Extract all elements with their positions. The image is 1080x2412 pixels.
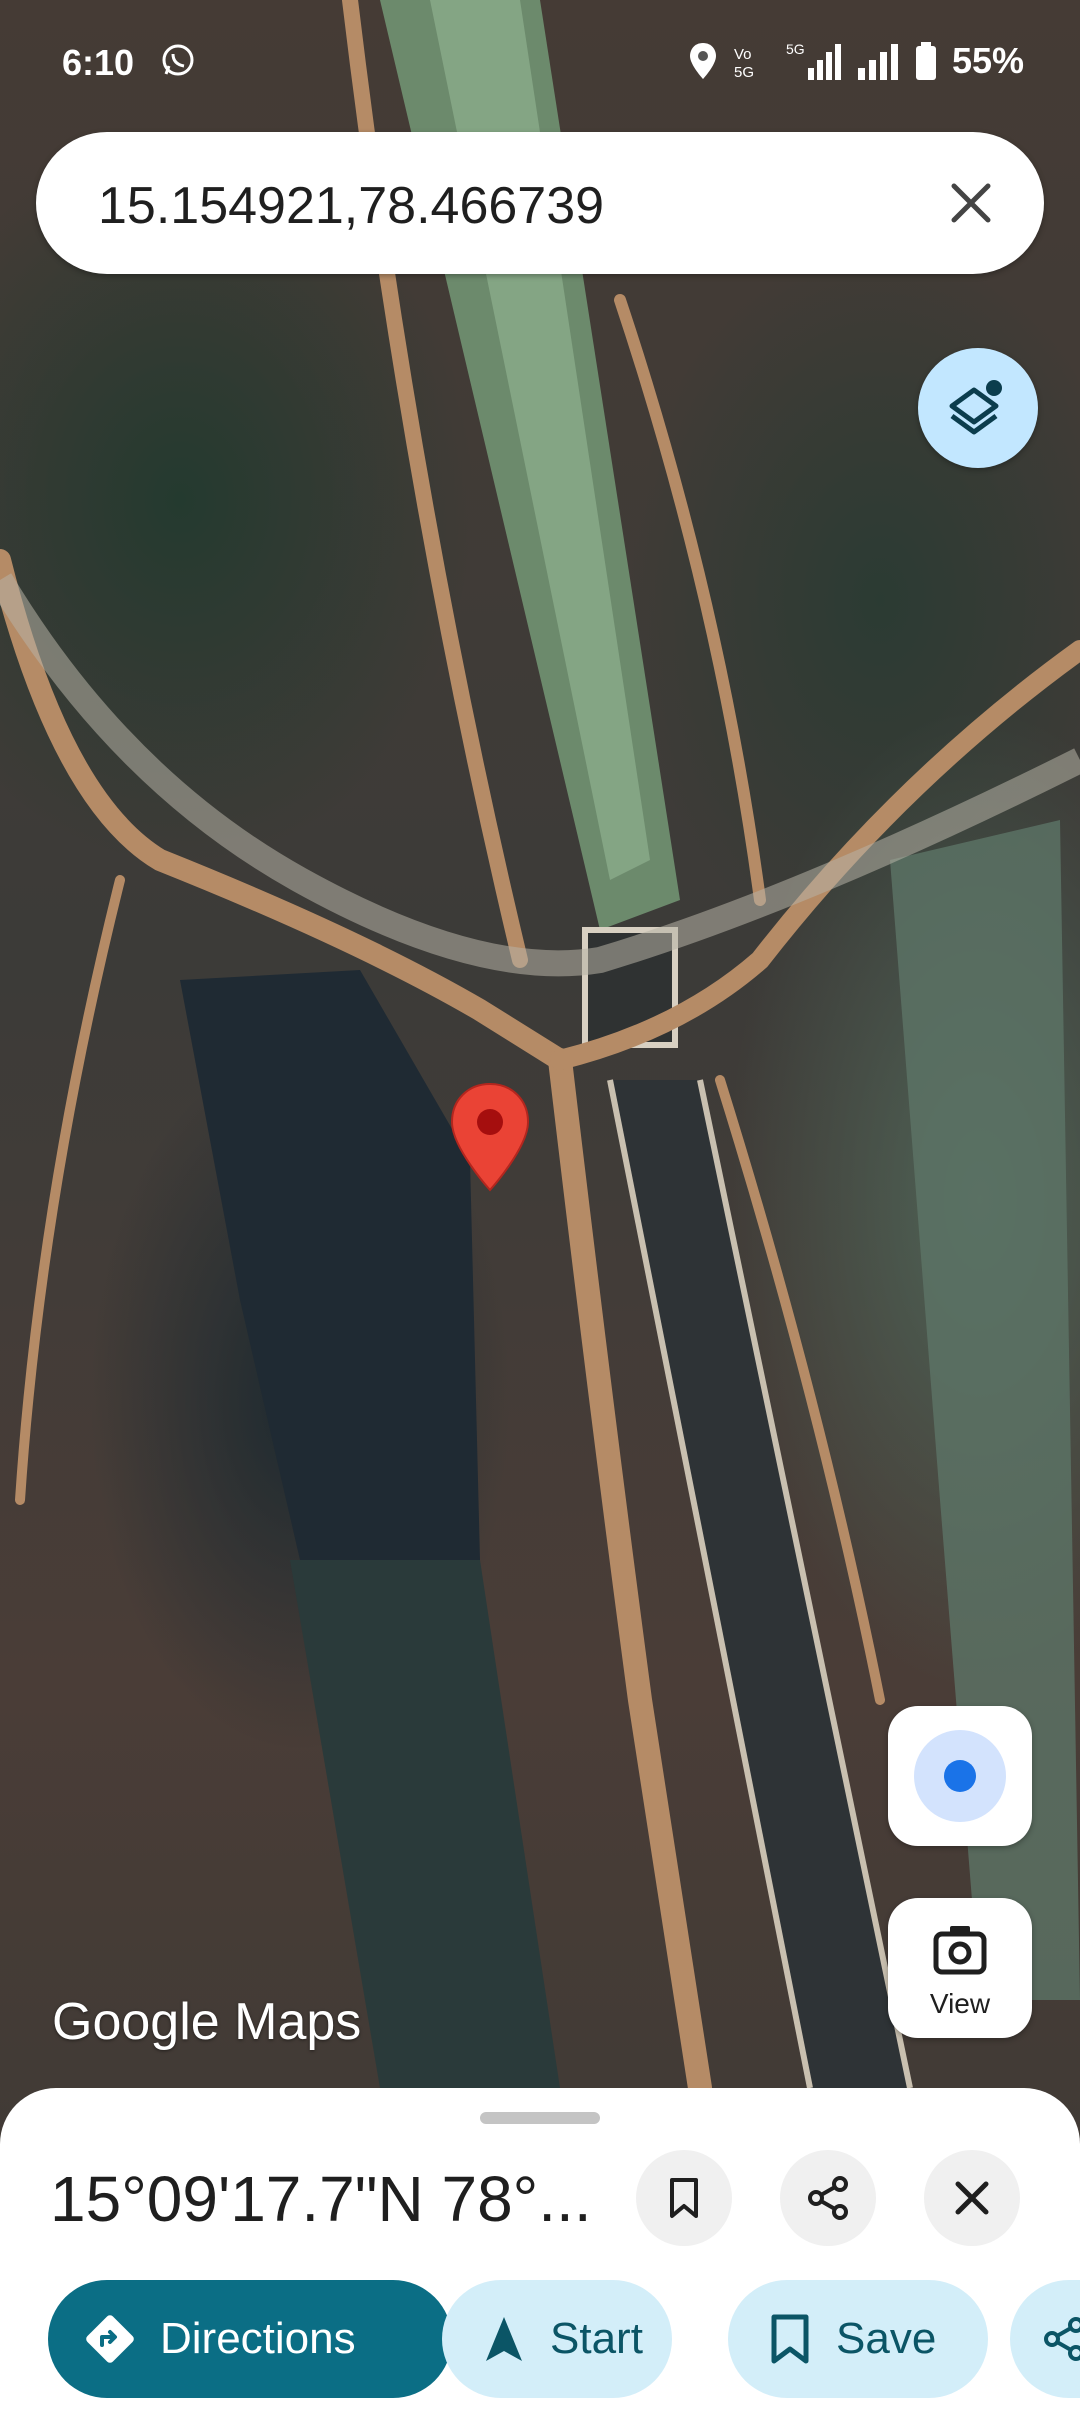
drag-handle[interactable] — [480, 2112, 600, 2124]
directions-label: Directions — [160, 2314, 356, 2363]
place-title: 15°09'17.7"N 78°... — [50, 2163, 592, 2235]
location-icon — [689, 43, 716, 79]
signal-icon — [857, 44, 898, 80]
battery-percentage: 55% — [951, 40, 1024, 81]
directions-icon — [86, 2315, 134, 2363]
start-button[interactable]: Start — [442, 2280, 672, 2398]
share-icon — [808, 2176, 848, 2220]
battery-icon — [915, 42, 936, 80]
search-query[interactable]: 15.154921,78.466739 — [98, 176, 604, 236]
svg-text:5G: 5G — [734, 64, 754, 81]
close-icon[interactable] — [942, 174, 1000, 232]
share-button[interactable] — [780, 2150, 876, 2246]
share-chip[interactable] — [1010, 2280, 1080, 2398]
close-sheet-button[interactable] — [924, 2150, 1020, 2246]
close-icon — [955, 2181, 989, 2215]
google-maps-watermark: Google Maps — [52, 1993, 362, 2051]
place-bottom-sheet[interactable]: 15°09'17.7"N 78°... Directions Start Sav… — [0, 2088, 1080, 2412]
street-view-camera-icon — [933, 1926, 987, 1975]
status-time: 6:10 — [62, 42, 135, 83]
save-label: Save — [836, 2314, 937, 2363]
save-button[interactable]: Save — [728, 2280, 988, 2398]
status-icons: Vo 5G 5G 55% — [688, 40, 1024, 82]
layers-button[interactable] — [918, 348, 1038, 468]
svg-text:5G: 5G — [786, 41, 805, 57]
volte-icon: Vo 5G — [734, 46, 754, 81]
status-bar: 6:10 Vo 5G 5G 55% — [0, 0, 1080, 120]
start-label: Start — [550, 2314, 643, 2363]
5g-signal-icon: 5G — [786, 41, 841, 80]
search-bar[interactable]: 15.154921,78.466739 — [36, 132, 1044, 274]
bookmark-button[interactable] — [636, 2150, 732, 2246]
svg-text:Vo: Vo — [734, 46, 752, 63]
red-pin-icon[interactable] — [450, 1082, 530, 1192]
layers-icon — [949, 380, 1002, 435]
view-label: View — [929, 1988, 991, 2019]
street-view-button[interactable]: View — [888, 1898, 1032, 2038]
navigation-arrow-icon — [486, 2317, 522, 2361]
share-icon — [1044, 2317, 1080, 2361]
bookmark-icon — [670, 2178, 698, 2218]
bookmark-icon — [771, 2314, 809, 2364]
my-location-button[interactable] — [888, 1706, 1032, 1846]
action-chips: Directions Start Save — [48, 2280, 1080, 2400]
whatsapp-icon — [162, 44, 194, 76]
directions-button[interactable]: Directions — [48, 2280, 452, 2398]
location-dot — [944, 1760, 976, 1792]
